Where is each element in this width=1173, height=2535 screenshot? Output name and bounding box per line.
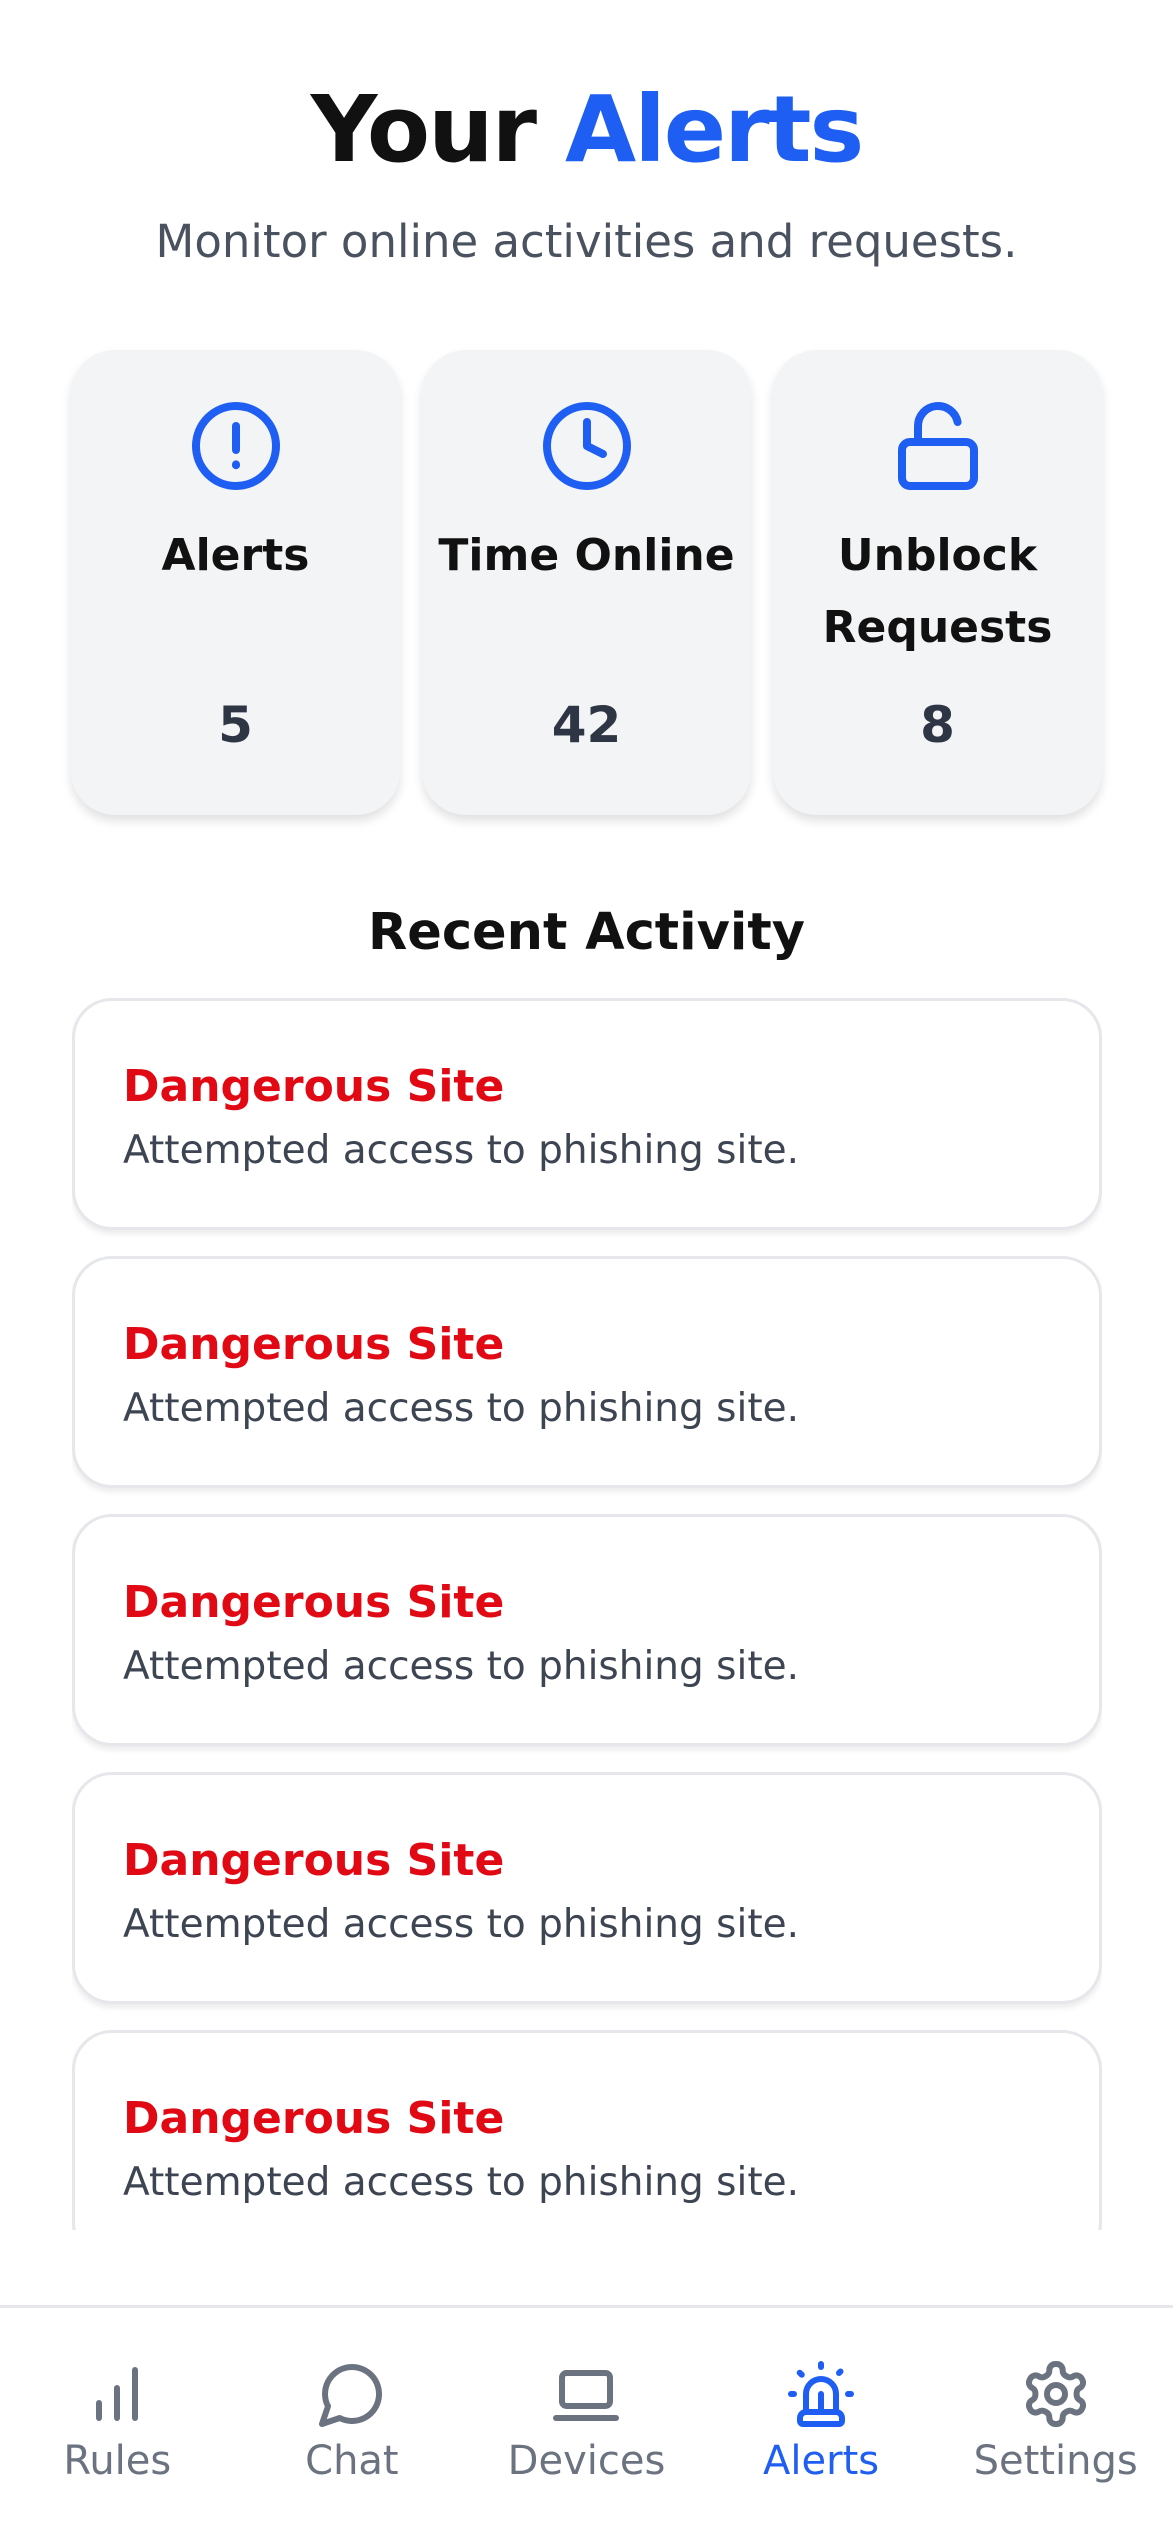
activity-item[interactable]: Dangerous Site Attempted access to phish… (72, 1772, 1102, 2004)
unlock-icon (897, 402, 978, 490)
activity-item[interactable]: Dangerous Site Attempted access to phish… (72, 998, 1102, 1230)
tab-label: Alerts (763, 2438, 880, 2484)
stat-value: 42 (551, 696, 622, 754)
alert-circle-icon (191, 402, 280, 490)
stat-card-alerts[interactable]: Alerts 5 (71, 350, 400, 815)
stat-value: 8 (920, 696, 955, 754)
activity-item[interactable]: Dangerous Site Attempted access to phish… (72, 1514, 1102, 1746)
stat-card-unblock-requests[interactable]: Unblock Requests 8 (773, 350, 1102, 815)
page-subtitle: Monitor online activities and requests. (155, 215, 1018, 268)
tab-label: Devices (507, 2438, 666, 2484)
page-header: Your Alerts Monitor online activities an… (0, 70, 1173, 272)
stats-row: Alerts 5 Time Online 42 Unblock Requests… (71, 350, 1102, 815)
tab-devices[interactable]: Devices (469, 2308, 704, 2535)
laptop-icon (553, 2370, 620, 2421)
activity-scroll-area[interactable]: Dangerous Site Attempted access to phish… (72, 998, 1102, 2230)
activity-item[interactable]: Dangerous Site Attempted access to phish… (72, 2030, 1102, 2230)
stat-card-time-online[interactable]: Time Online 42 (422, 350, 751, 815)
tab-label: Chat (305, 2438, 399, 2484)
tab-chat[interactable]: Chat (235, 2308, 470, 2535)
clock-icon (542, 402, 631, 490)
bar-chart-icon (96, 2367, 139, 2421)
page-title: Your Alerts (0, 70, 1173, 190)
stat-label: Time Online (438, 530, 735, 581)
recent-activity-title: Recent Activity (367, 903, 806, 962)
tab-settings[interactable]: Settings (938, 2308, 1173, 2535)
tab-label: Settings (973, 2438, 1138, 2484)
activity-item-description: Attempted access to phishing site. (123, 1128, 800, 1173)
chat-bubble-icon (318, 2363, 382, 2427)
siren-icon (788, 2361, 855, 2427)
bottom-tab-bar: Rules Chat Devices Alerts Settings (0, 2305, 1173, 2535)
activity-item-title: Dangerous Site (123, 1061, 505, 1112)
stat-label: Alerts (161, 530, 310, 581)
page-title-prefix: Your (310, 76, 537, 183)
activity-item-title: Dangerous Site (123, 1319, 505, 1370)
tab-alerts[interactable]: Alerts (704, 2308, 939, 2535)
stat-label: Unblock Requests (822, 530, 1053, 653)
activity-item-title: Dangerous Site (123, 1835, 505, 1886)
tab-label: Rules (63, 2438, 172, 2484)
activity-item-title: Dangerous Site (123, 2093, 505, 2144)
activity-item-description: Attempted access to phishing site. (123, 1386, 800, 1431)
activity-item-description: Attempted access to phishing site. (123, 1644, 800, 1689)
stat-value: 5 (218, 696, 253, 754)
tab-rules[interactable]: Rules (0, 2308, 235, 2535)
activity-item-description: Attempted access to phishing site. (123, 1902, 800, 1947)
page-title-accent: Alerts (565, 76, 864, 183)
gear-icon (1025, 2361, 1086, 2427)
activity-list: Dangerous Site Attempted access to phish… (72, 998, 1102, 2230)
activity-item[interactable]: Dangerous Site Attempted access to phish… (72, 1256, 1102, 1488)
activity-item-title: Dangerous Site (123, 1577, 505, 1628)
activity-item-description: Attempted access to phishing site. (123, 2160, 800, 2205)
